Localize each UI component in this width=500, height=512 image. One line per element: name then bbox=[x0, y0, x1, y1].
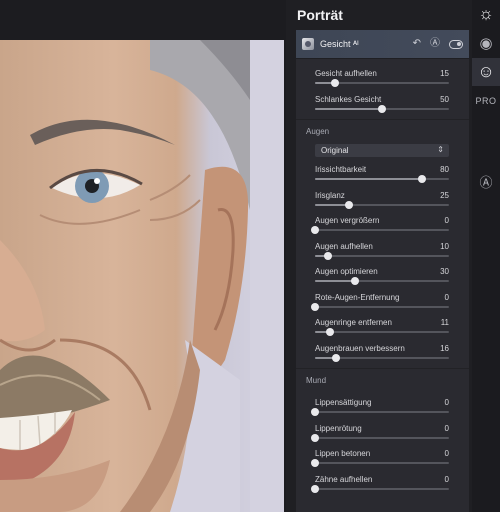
slider-label: Lippenrötung bbox=[315, 423, 362, 433]
slider-lip-saturation[interactable]: Lippensättigung 0 bbox=[296, 393, 469, 419]
slider-label: Gesicht aufhellen bbox=[315, 69, 377, 78]
slider-track[interactable] bbox=[315, 353, 449, 362]
slider-whiten-teeth[interactable]: Zähne aufhellen 0 bbox=[296, 470, 469, 496]
slider-thumb[interactable] bbox=[311, 433, 319, 442]
slider-brighten-eyes[interactable]: Augen aufhellen 10 bbox=[296, 237, 469, 263]
face-section: Gesicht aufhellen 15 Schlankes Gesicht 5… bbox=[296, 59, 469, 120]
slider-thumb[interactable] bbox=[311, 226, 319, 234]
slider-label: Augen vergrößern bbox=[315, 216, 380, 225]
slider-track[interactable] bbox=[315, 104, 449, 113]
palette-icon[interactable]: ◉ bbox=[472, 34, 500, 52]
panel-title: Porträt bbox=[297, 7, 343, 23]
module-toggle[interactable] bbox=[449, 39, 463, 49]
slider-red-eye[interactable]: Rote-Augen-Entfernung 0 bbox=[296, 288, 469, 314]
slider-label: Augenbrauen verbessern bbox=[315, 343, 405, 353]
tool-strip: ☼ ◉ ☺ PRO Ⓐ bbox=[472, 0, 500, 512]
dropdown-value: Original bbox=[321, 146, 349, 155]
mouth-section: Mund Lippensättigung 0 Lippenrötung 0 Li… bbox=[296, 369, 469, 495]
slider-slim-face[interactable]: Schlankes Gesicht 50 bbox=[296, 90, 469, 116]
slider-value: 16 bbox=[440, 343, 449, 353]
slider-value: 50 bbox=[440, 94, 449, 104]
eyes-preset-dropdown[interactable]: Original ⇕ bbox=[315, 144, 449, 157]
slider-thumb[interactable] bbox=[332, 353, 341, 362]
slider-thumb[interactable] bbox=[331, 79, 340, 87]
sun-icon[interactable]: ☼ bbox=[472, 4, 500, 24]
slider-value: 25 bbox=[440, 190, 449, 200]
eyes-section: Augen Original ⇕ Irissichtbarkeit 80 Iri… bbox=[296, 120, 469, 369]
pro-icon[interactable]: PRO bbox=[472, 96, 500, 106]
slider-track[interactable] bbox=[311, 459, 449, 467]
slider-thumb[interactable] bbox=[311, 408, 319, 416]
slider-value: 80 bbox=[440, 165, 449, 174]
slider-value: 10 bbox=[440, 241, 449, 251]
slider-track[interactable] bbox=[311, 484, 449, 493]
section-title-mouth: Mund bbox=[306, 376, 327, 385]
slider-track[interactable] bbox=[315, 277, 449, 285]
slider-value: 0 bbox=[444, 474, 449, 484]
face-module-label: Gesicht ᴬᴵ bbox=[320, 39, 359, 49]
slider-thumb[interactable] bbox=[311, 459, 319, 467]
slider-thumb[interactable] bbox=[418, 175, 427, 183]
portrait-panel: Gesicht ᴬᴵ ↶ Ⓐ Gesicht aufhellen 15 Schl… bbox=[296, 30, 469, 512]
slider-label: Rote-Augen-Entfernung bbox=[315, 292, 400, 302]
slider-thumb[interactable] bbox=[344, 200, 353, 209]
slider-value: 15 bbox=[440, 69, 449, 78]
slider-value: 0 bbox=[444, 423, 449, 433]
app-window: Porträt Gesicht ᴬᴵ ↶ Ⓐ Gesicht aufhellen… bbox=[0, 0, 500, 512]
slider-thumb[interactable] bbox=[351, 277, 360, 285]
slider-label: Lippen betonen bbox=[315, 449, 371, 458]
slider-eyebrows[interactable]: Augenbrauen verbessern 16 bbox=[296, 339, 469, 365]
slider-track[interactable] bbox=[315, 79, 449, 87]
slider-label: Irisglanz bbox=[315, 190, 345, 200]
slider-track[interactable] bbox=[315, 175, 449, 183]
slider-thumb[interactable] bbox=[311, 302, 319, 311]
slider-value: 0 bbox=[444, 449, 449, 458]
photo-canvas[interactable] bbox=[0, 0, 286, 512]
slider-thumb[interactable] bbox=[378, 104, 386, 113]
slider-label: Lippensättigung bbox=[315, 398, 372, 407]
undo-icon[interactable]: ↶ bbox=[413, 39, 421, 49]
face-icon[interactable]: ☺ bbox=[472, 58, 500, 86]
slider-label: Augen optimieren bbox=[315, 267, 378, 276]
slider-label: Irissichtbarkeit bbox=[315, 165, 367, 174]
slider-track[interactable] bbox=[311, 433, 449, 442]
slider-optimize-eyes[interactable]: Augen optimieren 30 bbox=[296, 262, 469, 288]
slider-thumb[interactable] bbox=[325, 328, 334, 336]
slider-thumb[interactable] bbox=[311, 484, 319, 493]
slider-label: Augenringe entfernen bbox=[315, 318, 392, 327]
slider-label: Augen aufhellen bbox=[315, 241, 373, 251]
slider-track[interactable] bbox=[311, 408, 449, 416]
slider-track[interactable] bbox=[311, 226, 449, 234]
ai-badge-icon[interactable]: Ⓐ bbox=[472, 172, 500, 191]
slider-face-brighten[interactable]: Gesicht aufhellen 15 bbox=[296, 64, 469, 90]
slider-track[interactable] bbox=[315, 251, 449, 260]
ai-mask-icon[interactable]: Ⓐ bbox=[430, 39, 440, 49]
face-module-icon bbox=[302, 38, 314, 50]
portrait-illustration bbox=[0, 40, 284, 512]
slider-value: 11 bbox=[440, 318, 449, 327]
section-title-eyes: Augen bbox=[306, 127, 330, 136]
slider-enlarge-eyes[interactable]: Augen vergrößern 0 bbox=[296, 211, 469, 237]
slider-label: Schlankes Gesicht bbox=[315, 94, 382, 104]
slider-label: Zähne aufhellen bbox=[315, 474, 373, 484]
slider-lip-redness[interactable]: Lippenrötung 0 bbox=[296, 419, 469, 445]
slider-dark-circles[interactable]: Augenringe entfernen 11 bbox=[296, 313, 469, 339]
slider-value: 30 bbox=[440, 267, 449, 276]
slider-track[interactable] bbox=[315, 200, 449, 209]
slider-lip-emphasis[interactable]: Lippen betonen 0 bbox=[296, 444, 469, 470]
slider-value: 0 bbox=[444, 398, 449, 407]
slider-thumb[interactable] bbox=[324, 251, 333, 260]
slider-value: 0 bbox=[444, 216, 449, 225]
face-module-header[interactable]: Gesicht ᴬᴵ ↶ Ⓐ bbox=[296, 30, 469, 59]
slider-iris-gloss[interactable]: Irisglanz 25 bbox=[296, 186, 469, 212]
slider-value: 0 bbox=[444, 292, 449, 302]
portrait-photo[interactable] bbox=[0, 40, 284, 512]
slider-track[interactable] bbox=[315, 328, 449, 336]
slider-iris-visibility[interactable]: Irissichtbarkeit 80 bbox=[296, 160, 469, 186]
chevron-updown-icon: ⇕ bbox=[437, 145, 444, 154]
slider-track[interactable] bbox=[311, 302, 449, 311]
